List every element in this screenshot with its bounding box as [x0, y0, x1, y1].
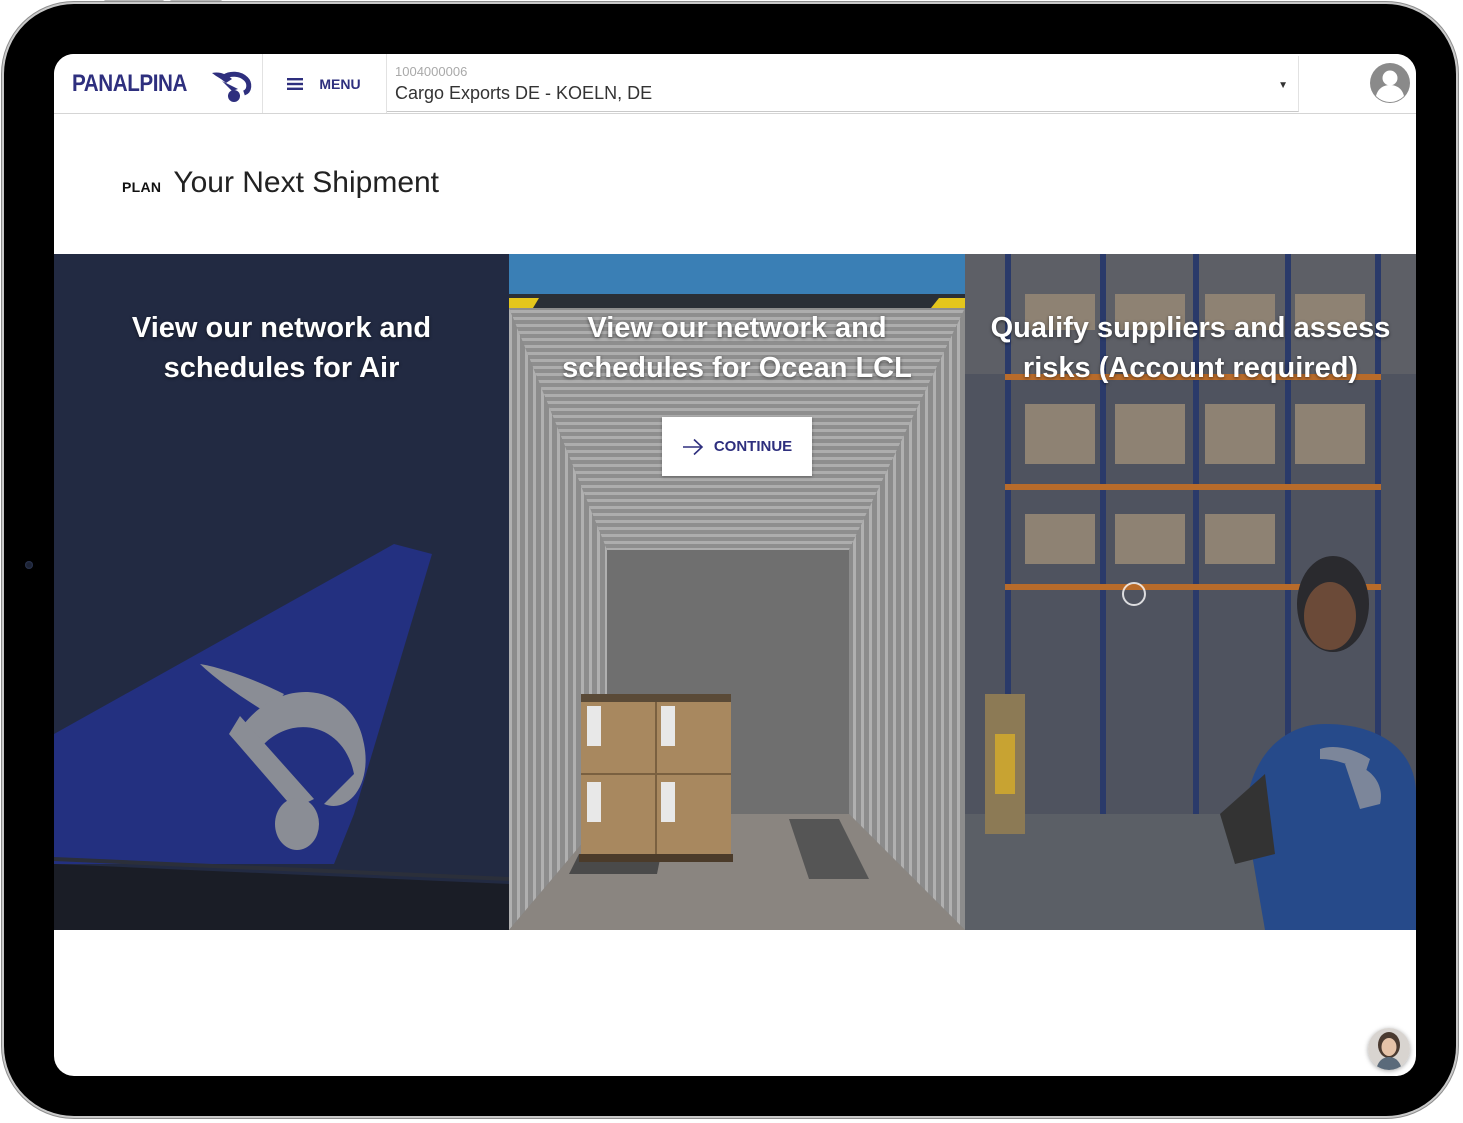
tablet-top-button-2 — [170, 0, 222, 1]
account-name: Cargo Exports DE - KOELN, DE — [395, 83, 653, 103]
chat-agent-avatar[interactable] — [1368, 1028, 1410, 1070]
supplier-heading-line: Qualify suppliers and assess — [990, 312, 1391, 344]
supplier-qualification-card[interactable]: Qualify suppliers and assess risks (Acco… — [965, 254, 1416, 930]
tablet-top-button — [104, 0, 164, 1]
panalpina-logo[interactable]: PANALPINA — [72, 64, 262, 104]
supplier-heading-line: risks (Account required) — [1022, 352, 1359, 384]
tablet-frame: PANALPINA MENU 1004000006 Cargo Exports … — [4, 0, 1456, 1116]
air-schedules-card[interactable]: View our network and schedules for Air — [54, 254, 509, 930]
plan-label: PLAN — [122, 179, 162, 195]
hamburger-icon — [287, 77, 304, 90]
winged-wheel-logo-icon — [212, 71, 252, 102]
ocean-card-heading: View our network and schedules for Ocean… — [509, 308, 965, 388]
shipment-options: View our network and schedules for Air V… — [54, 254, 1416, 930]
menu-label: MENU — [319, 75, 361, 92]
ocean-heading-line: View our network and — [587, 312, 887, 344]
top-header: PANALPINA MENU 1004000006 Cargo Exports … — [54, 54, 1416, 114]
caret-down-icon: ▼ — [1278, 80, 1288, 91]
user-avatar-icon[interactable] — [1369, 62, 1411, 104]
continue-label: CONTINUE — [713, 438, 793, 455]
menu-button[interactable]: MENU — [263, 54, 385, 113]
supplier-card-heading: Qualify suppliers and assess risks (Acco… — [965, 308, 1416, 388]
agent-portrait-icon — [1368, 1028, 1410, 1070]
air-heading-line: schedules for Air — [163, 352, 400, 384]
continue-button[interactable]: CONTINUE — [662, 417, 812, 476]
air-heading-line: View our network and — [131, 312, 432, 344]
page-title-text: Your Next Shipment — [173, 166, 440, 199]
ocean-heading-line: schedules for Ocean LCL — [562, 352, 912, 384]
account-id: 1004000006 — [395, 64, 468, 79]
front-camera — [25, 561, 33, 569]
loading-spinner-icon — [1122, 582, 1146, 606]
air-card-heading: View our network and schedules for Air — [54, 308, 509, 388]
ocean-lcl-schedules-card[interactable]: View our network and schedules for Ocean… — [509, 254, 965, 930]
app-screen: PANALPINA MENU 1004000006 Cargo Exports … — [54, 54, 1416, 1076]
logo-text: PANALPINA — [72, 70, 188, 97]
page-title: PLAN Your Next Shipment — [122, 166, 439, 200]
account-selector[interactable]: 1004000006 Cargo Exports DE - KOELN, DE … — [387, 56, 1299, 112]
arrow-right-icon — [682, 438, 703, 455]
